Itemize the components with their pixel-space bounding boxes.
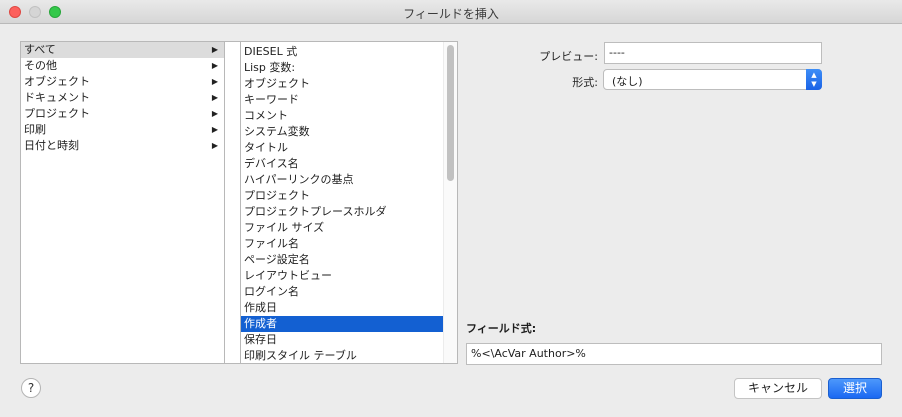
- insert-field-dialog: フィールドを挿入 すべて ▶ その他 ▶ オブジェクト ▶ ドキュメント ▶ プロジェクト ▶ 印刷…: [0, 0, 902, 417]
- category-item[interactable]: オブジェクト ▶: [21, 74, 224, 90]
- title-bar: フィールドを挿入: [0, 0, 902, 24]
- category-item-label: すべて: [24, 43, 56, 56]
- field-item[interactable]: DIESEL 式: [241, 44, 445, 60]
- category-item-label: オブジェクト: [24, 75, 90, 88]
- field-item[interactable]: 保存日: [241, 332, 445, 348]
- category-list-spacer: [225, 41, 240, 364]
- category-item[interactable]: すべて ▶: [21, 42, 224, 58]
- field-item[interactable]: プロジェクト: [241, 188, 445, 204]
- chevron-right-icon: ▶: [211, 45, 218, 54]
- field-item[interactable]: ファイル サイズ: [241, 220, 445, 236]
- chevron-right-icon: ▶: [211, 141, 218, 150]
- category-item-label: その他: [24, 59, 57, 72]
- field-list-scrollbar[interactable]: [443, 42, 457, 363]
- field-expression-label: フィールド式:: [466, 322, 537, 335]
- field-item[interactable]: システム変数: [241, 124, 445, 140]
- preview-field: ----: [604, 42, 822, 64]
- category-item[interactable]: ドキュメント ▶: [21, 90, 224, 106]
- field-expression-input[interactable]: %<\AcVar Author>%: [466, 343, 882, 365]
- field-item[interactable]: 作成者: [241, 316, 445, 332]
- window-title: フィールドを挿入: [403, 7, 499, 21]
- chevron-right-icon: ▶: [211, 93, 218, 102]
- field-item[interactable]: ログイン名: [241, 284, 445, 300]
- category-item[interactable]: 日付と時刻 ▶: [21, 138, 224, 154]
- field-item[interactable]: オブジェクト: [241, 76, 445, 92]
- chevron-updown-icon: ▲ ▼: [806, 69, 822, 90]
- field-name-list[interactable]: DIESEL 式 Lisp 変数: オブジェクト キーワード コメント システム変数 タイト…: [240, 41, 458, 364]
- category-item[interactable]: その他 ▶: [21, 58, 224, 74]
- chevron-right-icon: ▶: [211, 61, 218, 70]
- category-item-label: 印刷: [24, 123, 46, 136]
- category-item-label: プロジェクト: [24, 107, 90, 120]
- format-select[interactable]: (なし) ▲ ▼: [603, 69, 822, 90]
- select-button[interactable]: 選択: [828, 378, 882, 399]
- field-item[interactable]: キーワード: [241, 92, 445, 108]
- chevron-right-icon: ▶: [211, 125, 218, 134]
- field-item[interactable]: 作成日: [241, 300, 445, 316]
- field-item[interactable]: レイアウトビュー: [241, 268, 445, 284]
- field-item[interactable]: 印刷スタイル テーブル: [241, 348, 445, 363]
- field-item[interactable]: Lisp 変数:: [241, 60, 445, 76]
- field-item[interactable]: ファイル名: [241, 236, 445, 252]
- format-label: 形式:: [572, 76, 598, 89]
- cancel-button[interactable]: キャンセル: [734, 378, 822, 399]
- help-button[interactable]: ?: [21, 378, 41, 398]
- category-item[interactable]: プロジェクト ▶: [21, 106, 224, 122]
- chevron-right-icon: ▶: [211, 109, 218, 118]
- chevron-right-icon: ▶: [211, 77, 218, 86]
- category-list[interactable]: すべて ▶ その他 ▶ オブジェクト ▶ ドキュメント ▶ プロジェクト ▶ 印刷 ▶ 日付と時刻 ▶: [20, 41, 225, 364]
- field-item[interactable]: プロジェクトプレースホルダ: [241, 204, 445, 220]
- field-item[interactable]: タイトル: [241, 140, 445, 156]
- field-item[interactable]: ページ設定名: [241, 252, 445, 268]
- category-item-label: 日付と時刻: [24, 139, 79, 152]
- category-item-label: ドキュメント: [24, 91, 90, 104]
- field-item[interactable]: コメント: [241, 108, 445, 124]
- field-item[interactable]: ハイパーリンクの基点: [241, 172, 445, 188]
- scrollbar-thumb[interactable]: [447, 45, 454, 181]
- format-select-value: (なし): [612, 75, 643, 88]
- field-item[interactable]: デバイス名: [241, 156, 445, 172]
- category-item[interactable]: 印刷 ▶: [21, 122, 224, 138]
- preview-label: プレビュー:: [539, 50, 598, 63]
